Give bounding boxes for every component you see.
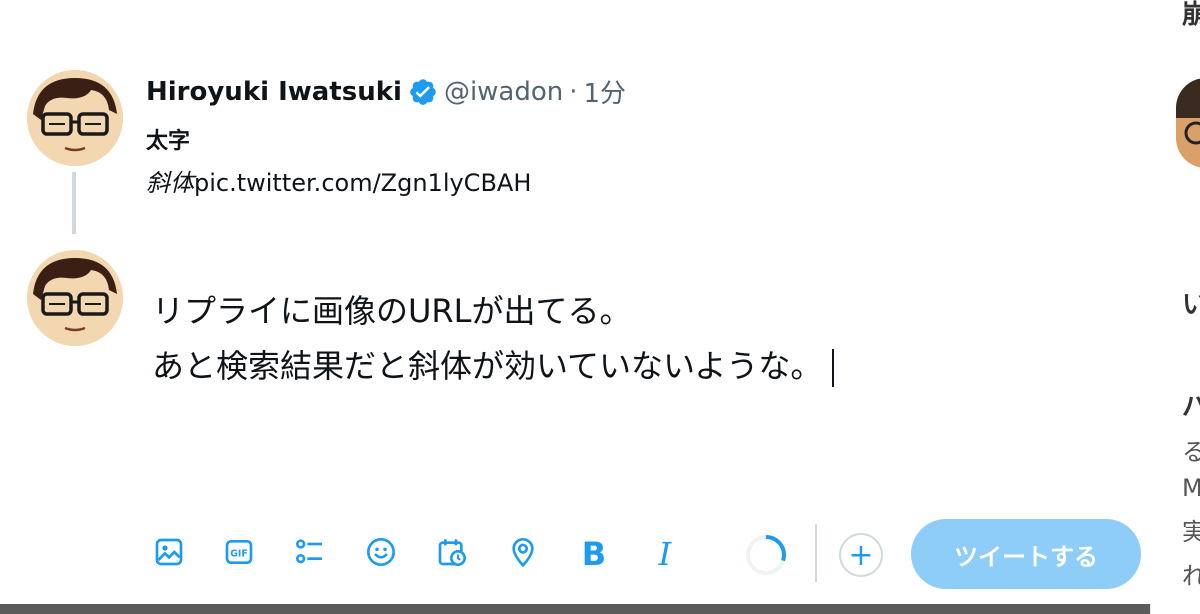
verified-badge-icon bbox=[408, 77, 438, 107]
gif-icon: GIF bbox=[223, 536, 255, 572]
author-name[interactable]: Hiroyuki Iwatsuki bbox=[146, 77, 402, 107]
tweet-timestamp[interactable]: 1分 bbox=[584, 73, 627, 110]
user-avatar[interactable] bbox=[27, 250, 123, 346]
tweet-body-line: 斜体pic.twitter.com/Zgn1lyCBAH bbox=[146, 163, 531, 198]
poll-icon bbox=[294, 536, 326, 572]
italic-icon: I bbox=[658, 535, 672, 573]
svg-text:GIF: GIF bbox=[230, 549, 248, 560]
italic-button[interactable]: I bbox=[647, 535, 683, 573]
reply-textarea[interactable]: リプライに画像のURLが出てる。 あと検索結果だと斜体が効いていないような。 bbox=[152, 284, 835, 394]
bold-button[interactable]: B bbox=[576, 535, 612, 573]
location-icon bbox=[507, 536, 539, 572]
text-caret bbox=[832, 349, 835, 387]
schedule-button[interactable] bbox=[434, 536, 470, 572]
author-handle[interactable]: @iwadon bbox=[444, 77, 563, 107]
add-tweet-button[interactable]: + bbox=[839, 533, 883, 577]
separator-dot: · bbox=[569, 76, 578, 107]
tweet-header: Hiroyuki Iwatsuki @iwadon · 1分 bbox=[146, 73, 626, 110]
bold-icon: B bbox=[581, 535, 607, 573]
author-avatar[interactable] bbox=[27, 70, 123, 166]
emoji-icon bbox=[365, 536, 397, 572]
background-text: れ bbox=[1182, 562, 1200, 590]
tweet-media-link[interactable]: pic.twitter.com/Zgn1lyCBAH bbox=[194, 169, 531, 197]
media-button[interactable] bbox=[151, 536, 187, 572]
toolbar-divider bbox=[815, 524, 817, 582]
tweet-bold-text: 太字 bbox=[146, 129, 191, 154]
tweet-italic-text: 斜体 bbox=[146, 169, 194, 197]
reply-line: リプライに画像のURLが出てる。 bbox=[152, 292, 632, 330]
background-text: パ bbox=[1182, 392, 1200, 422]
reply-line-with-caret: あと検索結果だと斜体が効いていないような。 bbox=[152, 339, 835, 394]
background-text: る bbox=[1182, 438, 1200, 466]
background-text: 崩 bbox=[1182, 0, 1200, 30]
reply-line: あと検索結果だと斜体が効いていないような。 bbox=[152, 347, 823, 385]
thread-connector bbox=[72, 172, 76, 234]
background-text: い bbox=[1182, 290, 1200, 320]
reply-modal: Hiroyuki Iwatsuki @iwadon · 1分 太字 斜体pic.… bbox=[0, 0, 1176, 604]
background-text: M bbox=[1182, 474, 1200, 502]
gif-button[interactable]: GIF bbox=[221, 536, 257, 572]
character-count-progress bbox=[746, 535, 786, 575]
poll-button[interactable] bbox=[292, 536, 328, 572]
plus-icon: + bbox=[848, 537, 874, 573]
location-button[interactable] bbox=[505, 536, 541, 572]
schedule-icon bbox=[436, 536, 468, 572]
background-text: 実施 bbox=[1182, 518, 1200, 546]
tweet-button[interactable]: ツイートする bbox=[911, 519, 1141, 589]
emoji-button[interactable] bbox=[363, 536, 399, 572]
image-icon bbox=[153, 536, 185, 572]
